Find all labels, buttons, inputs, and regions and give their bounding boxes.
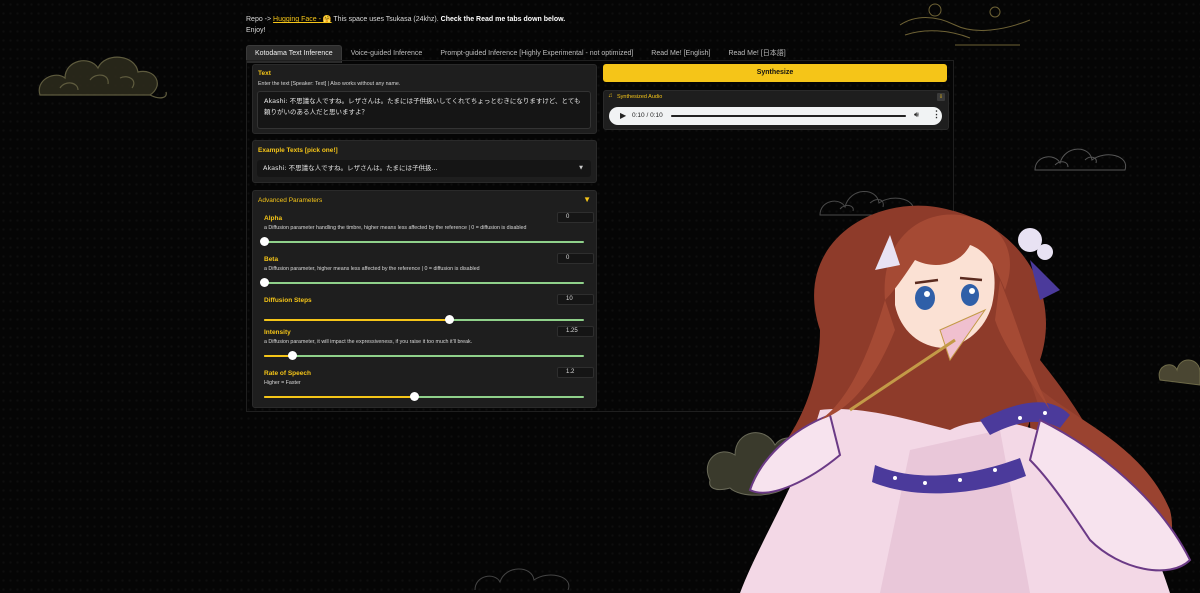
download-icon[interactable]: ⇩ [937, 93, 945, 101]
collapse-triangle-icon: ▼ [583, 195, 591, 204]
volume-icon[interactable]: 🔊︎ [914, 110, 919, 120]
audio-progress-fill [671, 115, 906, 117]
param-value-input[interactable]: 0 [557, 253, 594, 264]
advanced-parameters-header[interactable]: Advanced Parameters ▼ [253, 191, 596, 209]
example-texts-dropdown[interactable]: Akashi: 不思議な人ですね。レザさんは。たまには子供扱... ▼ [257, 160, 591, 177]
play-icon[interactable]: ▶ [620, 111, 626, 120]
text-input-hint: Enter the text [Speaker: Text] | Also wo… [258, 81, 401, 87]
param-beta: Beta a Diffusion parameter, higher means … [253, 253, 596, 296]
audio-progress-track[interactable] [671, 115, 906, 117]
param-description: a Diffusion parameter, higher means less… [264, 266, 480, 272]
cloud-ornament-left [38, 56, 167, 99]
param-slider-thumb[interactable] [288, 351, 298, 360]
intro-text: Repo -> Hugging Face - 🤗 This space uses… [246, 14, 565, 36]
param-description: Higher = Faster [264, 380, 301, 386]
param-name: Alpha [264, 215, 283, 222]
example-texts-selected: Akashi: 不思議な人ですね。レザさんは。たまには子供扱... [263, 164, 438, 172]
param-value-input[interactable]: 0 [557, 212, 594, 223]
example-texts-card: Example Texts [pick one!] Akashi: 不思議な人で… [252, 140, 597, 183]
param-slider-thumb[interactable] [259, 237, 269, 246]
text-input-label: Text [258, 70, 271, 77]
intro-readme-note: Check the Read me tabs down below. [440, 16, 566, 23]
param-slider-thumb[interactable] [445, 315, 455, 324]
text-input-field[interactable]: Akashi: 不思議な人ですね。レザさんは。たまには子供扱いしてくれてちょっと… [257, 91, 591, 129]
text-input-card: Text Enter the text [Speaker: Text] | Al… [252, 64, 597, 134]
param-rate-of-speech: Rate of Speech Higher = Faster 1.2 [253, 367, 596, 410]
param-description: a Diffusion parameter, it will impact th… [264, 339, 473, 345]
param-name: Diffusion Steps [264, 297, 312, 304]
param-value-input[interactable]: 1.25 [557, 326, 594, 337]
cloud-ornament-right [1034, 148, 1127, 171]
synthesize-button[interactable]: Synthesize [603, 64, 947, 82]
param-value-input[interactable]: 1.2 [557, 367, 594, 378]
hugging-face-link[interactable]: Hugging Face - 🤗 [273, 16, 332, 23]
more-options-icon[interactable]: ⋮ [932, 109, 941, 120]
param-slider-fill [264, 319, 450, 321]
param-slider[interactable] [264, 351, 584, 360]
chevron-down-icon: ▼ [579, 165, 583, 171]
param-slider[interactable] [259, 237, 584, 246]
param-slider-thumb[interactable] [259, 278, 269, 287]
param-intensity: Intensity a Diffusion parameter, it will … [253, 326, 596, 369]
synthesized-audio-card: ♫ Synthesized Audio ⇩ ▶ 0:10 / 0:10 🔊︎ ⋮ [603, 90, 949, 130]
music-note-icon: ♫ [608, 93, 613, 99]
example-texts-label: Example Texts [pick one!] [258, 147, 338, 154]
param-name: Beta [264, 256, 279, 263]
advanced-parameters-title: Advanced Parameters [258, 197, 323, 204]
param-slider[interactable] [264, 392, 584, 401]
param-description: a Diffusion parameter handling the timbr… [264, 225, 527, 231]
repo-prefix: Repo -> [246, 16, 274, 23]
param-slider-thumb[interactable] [409, 392, 419, 401]
param-name: Intensity [264, 329, 291, 336]
audio-player: ▶ 0:10 / 0:10 🔊︎ ⋮ [609, 107, 942, 125]
audio-time: 0:10 / 0:10 [632, 112, 663, 119]
param-value-input[interactable]: 10 [557, 294, 594, 305]
cloud-ornament-bottom [474, 568, 570, 591]
param-slider[interactable] [264, 315, 584, 324]
param-alpha: Alpha a Diffusion parameter handling the … [253, 212, 596, 255]
cloud-ornament-top-right [899, 3, 1031, 46]
intro-enjoy: Enjoy! [246, 27, 266, 34]
synthesized-audio-label: Synthesized Audio [617, 94, 663, 100]
param-slider[interactable] [259, 278, 584, 287]
param-slider-fill [264, 396, 415, 398]
intro-description: This space uses Tsukasa (24khz). [331, 16, 441, 23]
param-name: Rate of Speech [264, 370, 311, 377]
anime-character-illustration [740, 205, 1192, 593]
advanced-parameters-card: Advanced Parameters ▼ Alpha a Diffusion p… [252, 190, 597, 408]
